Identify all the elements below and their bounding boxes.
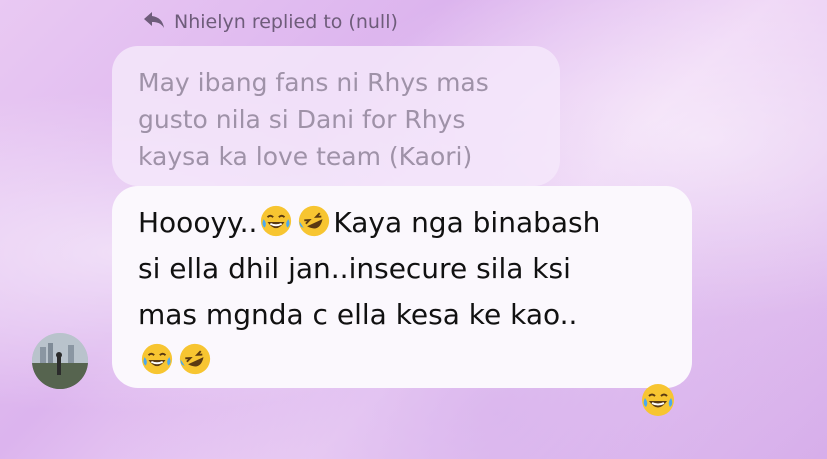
message-bubble[interactable]: Hoooyy.. Kaya nga binabash si ella dhil j… <box>112 186 692 388</box>
tears-of-joy-emoji-icon <box>141 343 173 375</box>
avatar[interactable] <box>32 333 88 389</box>
reply-arrow-icon <box>142 10 166 35</box>
message-line-1-suffix: Kaya nga binabash <box>333 206 601 239</box>
rolling-on-floor-laughing-emoji-icon <box>299 205 330 237</box>
quoted-line-1: May ibang fans ni Rhys mas <box>138 68 489 97</box>
tears-of-joy-emoji-icon <box>261 205 292 237</box>
reply-header: Nhielyn replied to (null) <box>142 8 398 36</box>
avatar-photo <box>32 333 88 389</box>
message-line-2: si ella dhil jan..insecure sila ksi <box>138 252 571 285</box>
quoted-line-3: kaysa ka love team (Kaori) <box>138 142 473 171</box>
message-line-1: Hoooyy.. Kaya nga binabash <box>138 200 666 246</box>
quoted-line-2: gusto nila si Dani for Rhys <box>138 105 466 134</box>
rolling-on-floor-laughing-emoji-icon <box>179 343 211 375</box>
message-line-1-prefix: Hoooyy.. <box>138 206 258 239</box>
reply-header-text: Nhielyn replied to (null) <box>174 11 398 33</box>
tears-of-joy-emoji-icon <box>642 384 674 416</box>
reaction-tears-of-joy[interactable] <box>640 382 676 418</box>
message-line-3: mas mgnda c ella kesa ke kao.. <box>138 298 578 331</box>
quoted-message-bubble[interactable]: May ibang fans ni Rhys mas gusto nila si… <box>112 46 560 186</box>
message-line-4 <box>138 338 666 384</box>
